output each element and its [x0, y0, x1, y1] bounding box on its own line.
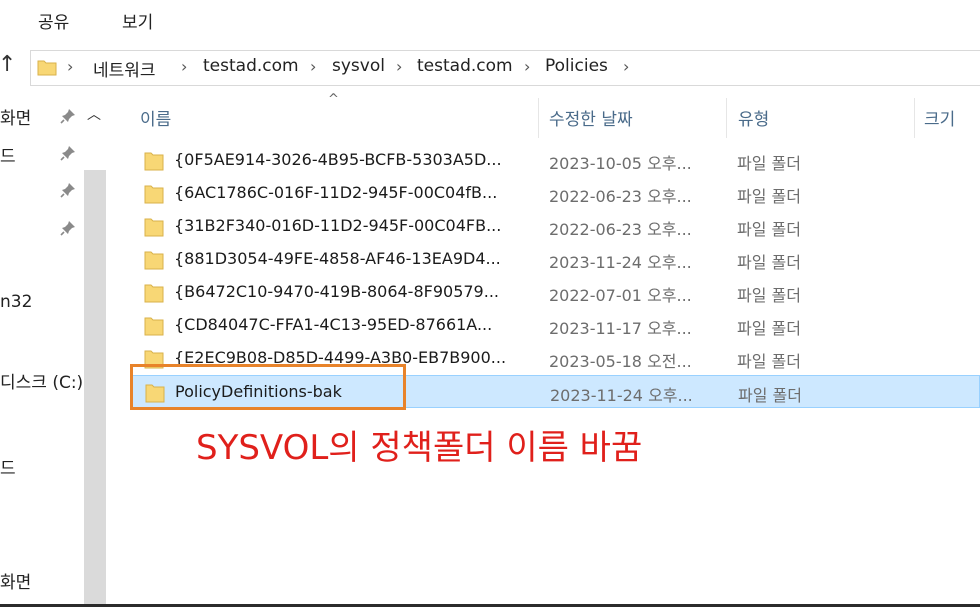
breadcrumb-testad-2[interactable]: testad.com — [417, 56, 513, 76]
folder-icon — [144, 284, 164, 303]
chevron-right-icon[interactable]: › — [67, 57, 73, 76]
column-header-type[interactable]: 유형 — [738, 105, 769, 130]
navigation-pane: 화면 드 n32 디스크 (C:) 드 화면 ︿ — [0, 92, 108, 607]
nav-item[interactable]: 화면 — [0, 104, 31, 129]
modified-date: 2022-07-01 오후... — [549, 286, 692, 305]
modified-date: 2023-11-24 오후... — [549, 253, 692, 272]
scroll-up-icon[interactable]: ︿ — [87, 104, 101, 124]
table-row[interactable]: {B6472C10-9470-419B-8064-8F90579... 2022-… — [130, 276, 980, 309]
file-name: {6AC1786C-016F-11D2-945F-00C04fB... — [174, 183, 498, 202]
up-arrow-icon[interactable]: ↑ — [0, 52, 16, 77]
table-row[interactable]: {31B2F340-016D-11D2-945F-00C04FB... 2022-… — [130, 210, 980, 243]
file-name: {31B2F340-016D-11D2-945F-00C04FB... — [174, 216, 502, 235]
file-type: 파일 폴더 — [737, 187, 801, 206]
folder-icon — [144, 218, 164, 237]
folder-icon — [144, 185, 164, 204]
file-type: 파일 폴더 — [738, 386, 802, 405]
breadcrumb-sysvol[interactable]: sysvol — [332, 56, 385, 76]
modified-date: 2023-10-05 오후... — [549, 154, 692, 173]
column-header-date[interactable]: 수정한 날짜 — [549, 105, 633, 130]
modified-date: 2022-06-23 오후... — [549, 187, 692, 206]
nav-item[interactable]: 드 — [0, 142, 16, 167]
annotation-text: SYSVOL의 정책폴더 이름 바꿈 — [196, 428, 643, 468]
sort-ascending-icon: ^ — [328, 92, 339, 107]
ribbon: 공유 보기 — [0, 0, 980, 42]
nav-item[interactable]: 드 — [0, 454, 16, 479]
file-list: ^ 이름 수정한 날짜 유형 크기 {0F5AE914-3026-4B95-BC… — [108, 92, 980, 607]
file-type: 파일 폴더 — [737, 352, 801, 371]
file-name: {0F5AE914-3026-4B95-BCFB-5303A5D... — [174, 150, 502, 169]
table-row[interactable]: {6AC1786C-016F-11D2-945F-00C04fB... 2022-… — [130, 177, 980, 210]
chevron-right-icon[interactable]: › — [623, 57, 629, 76]
column-divider[interactable] — [538, 98, 539, 138]
chevron-right-icon[interactable]: › — [524, 57, 530, 76]
tab-view[interactable]: 보기 — [122, 8, 153, 33]
modified-date: 2023-11-17 오후... — [549, 319, 692, 338]
nav-item[interactable]: 화면 — [0, 568, 31, 593]
table-row[interactable]: {CD84047C-FFA1-4C13-95ED-87661A... 2023-1… — [130, 309, 980, 342]
file-name: {881D3054-49FE-4858-AF46-13EA9D4... — [174, 249, 501, 268]
pin-icon[interactable] — [60, 145, 76, 161]
table-row[interactable]: {881D3054-49FE-4858-AF46-13EA9D4... 2023-… — [130, 243, 980, 276]
breadcrumb-network[interactable]: 네트워크 — [93, 56, 156, 81]
pin-icon[interactable] — [60, 182, 76, 198]
table-row[interactable]: {0F5AE914-3026-4B95-BCFB-5303A5D... 2023-… — [130, 144, 980, 177]
modified-date: 2023-11-24 오후... — [550, 386, 693, 405]
nav-item[interactable]: n32 — [0, 292, 32, 312]
file-type: 파일 폴더 — [737, 319, 801, 338]
pin-icon[interactable] — [60, 108, 76, 124]
address-row: ↑ › 네트워크 › testad.com › sysvol › testad.… — [0, 42, 980, 92]
file-type: 파일 폴더 — [737, 154, 801, 173]
column-divider[interactable] — [726, 98, 727, 138]
file-name: {B6472C10-9470-419B-8064-8F90579... — [174, 282, 499, 301]
column-header-size[interactable]: 크기 — [924, 105, 955, 130]
column-divider[interactable] — [914, 98, 915, 138]
file-type: 파일 폴더 — [737, 253, 801, 272]
address-bar[interactable]: › 네트워크 › testad.com › sysvol › testad.co… — [30, 50, 980, 86]
breadcrumb-testad[interactable]: testad.com — [203, 56, 299, 76]
column-header-name[interactable]: 이름 — [140, 105, 171, 130]
chevron-right-icon[interactable]: › — [396, 57, 402, 76]
modified-date: 2022-06-23 오후... — [549, 220, 692, 239]
chevron-right-icon[interactable]: › — [181, 57, 187, 76]
tab-share[interactable]: 공유 — [38, 8, 69, 33]
modified-date: 2023-05-18 오전... — [549, 352, 692, 371]
highlight-box — [130, 364, 406, 410]
chevron-right-icon[interactable]: › — [310, 57, 316, 76]
folder-icon — [144, 251, 164, 270]
file-type: 파일 폴더 — [737, 220, 801, 239]
file-name: {CD84047C-FFA1-4C13-95ED-87661A... — [174, 315, 493, 334]
scrollbar-thumb[interactable] — [84, 170, 106, 607]
folder-icon — [144, 152, 164, 171]
nav-item[interactable]: 디스크 (C:) — [0, 368, 83, 393]
breadcrumb-policies[interactable]: Policies — [545, 56, 608, 76]
file-type: 파일 폴더 — [737, 286, 801, 305]
folder-icon — [144, 317, 164, 336]
pin-icon[interactable] — [60, 220, 76, 236]
folder-icon — [37, 60, 57, 76]
